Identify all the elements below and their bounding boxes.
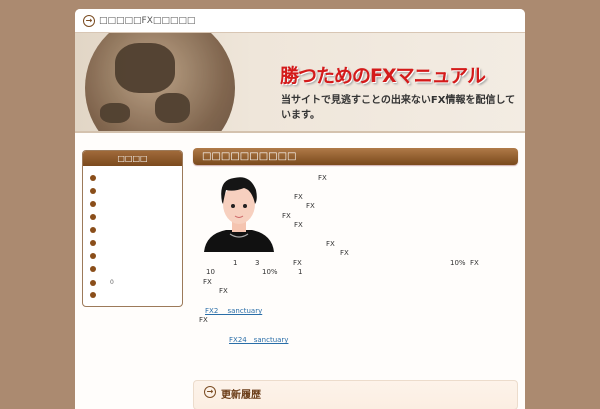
sidebar-item[interactable] — [90, 240, 110, 246]
bullet-icon — [90, 201, 96, 207]
body-text: FX — [294, 221, 303, 229]
sidebar-item[interactable] — [90, 253, 110, 259]
body-text: 1 — [233, 259, 238, 267]
body-text: FX — [294, 193, 303, 201]
body-text: 10% — [262, 268, 278, 276]
bullet-icon — [90, 227, 96, 233]
body-text: FX — [470, 259, 479, 267]
arrow-right-icon: → — [83, 14, 95, 27]
site-title[interactable]: □□□□□FX□□□□□ — [99, 16, 195, 26]
sidebar-item[interactable] — [90, 175, 110, 181]
body-text: FX — [306, 202, 315, 210]
sidebar-item[interactable] — [90, 201, 110, 207]
body-text: 10% — [450, 259, 466, 267]
top-bar: → □□□□□FX□□□□□ — [75, 9, 525, 33]
body-text: 10 — [206, 268, 215, 276]
bullet-icon — [90, 214, 96, 220]
banner: 勝つためのFXマニュアル 当サイトで見逃すことの出来ないFX情報を配信しています… — [75, 33, 525, 133]
body-text: 3 — [255, 259, 260, 267]
update-history-section: → 更新履歴 — [193, 380, 518, 409]
avatar-illustration — [204, 177, 274, 252]
bullet-icon — [90, 266, 96, 272]
sidebar-item-label: 0 — [110, 279, 114, 286]
fx24-sanctuary-link[interactable]: FX24 sanctuary — [229, 335, 288, 345]
body-text: FX — [340, 249, 349, 257]
body-text: FX — [199, 316, 208, 324]
sidebar-item[interactable] — [90, 266, 110, 272]
body-text: FX — [282, 212, 291, 220]
banner-subtitle: 当サイトで見逃すことの出来ないFX情報を配信しています。 — [281, 95, 516, 121]
body-text: FX — [203, 278, 212, 286]
globe-image — [85, 33, 235, 131]
bullet-icon — [90, 240, 96, 246]
body-text: FX — [219, 287, 228, 295]
body-text: FX — [326, 240, 335, 248]
sidebar-menu: □□□□ 0 — [82, 150, 183, 307]
sidebar-item[interactable]: 0 — [90, 279, 114, 286]
sidebar-item[interactable] — [90, 214, 110, 220]
sidebar-item[interactable] — [90, 188, 110, 194]
bullet-icon — [90, 253, 96, 259]
sidebar-item[interactable] — [90, 227, 110, 233]
main-heading: □□□□□□□□□□ — [193, 148, 518, 165]
body-text: FX — [318, 174, 327, 182]
body-text: 1 — [298, 268, 303, 276]
arrow-right-icon: → — [204, 386, 216, 398]
update-history-title: 更新履歴 — [221, 390, 261, 401]
bullet-icon — [90, 292, 96, 298]
sidebar-item[interactable] — [90, 292, 110, 298]
fx2-sanctuary-link[interactable]: FX2 sanctuary — [205, 306, 262, 316]
sidebar-title: □□□□ — [83, 151, 182, 166]
banner-title: 勝つためのFXマニュアル — [280, 65, 486, 87]
bullet-icon — [90, 188, 96, 194]
bullet-icon — [90, 175, 96, 181]
page: → □□□□□FX□□□□□ 勝つためのFXマニュアル 当サイトで見逃すことの出… — [75, 9, 525, 409]
bullet-icon — [90, 279, 96, 286]
body-text: FX — [293, 259, 302, 267]
